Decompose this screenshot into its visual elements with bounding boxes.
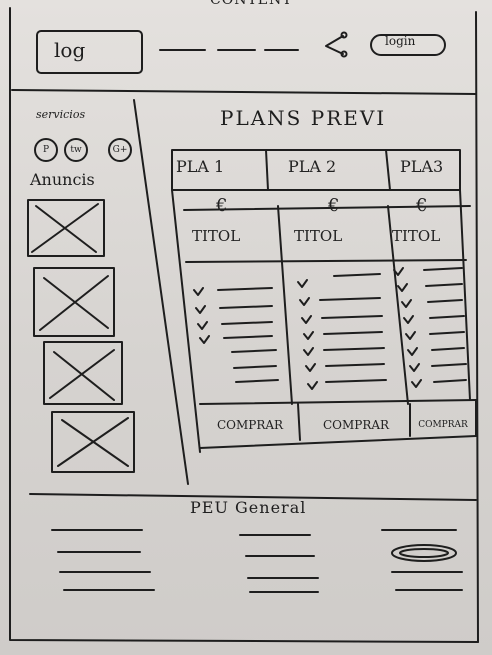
logo-label: log	[54, 38, 86, 62]
plan-1-name: PLA 1	[176, 157, 225, 176]
logo[interactable]	[36, 30, 143, 74]
gplus-icon[interactable]: G+	[108, 138, 132, 162]
buy-button-1[interactable]: COMPRAR	[202, 409, 298, 441]
login-label: login	[385, 34, 416, 48]
footer-col-2-lines	[239, 534, 319, 593]
top-scribble: CONTENT	[210, 0, 293, 8]
plan-2-name: PLA 2	[288, 157, 337, 176]
buy-button-3[interactable]: COMPRAR	[410, 409, 476, 441]
share-icon	[325, 31, 348, 58]
plans-title: PLANS PREVI	[220, 106, 387, 130]
footer-col-1-lines	[51, 529, 155, 591]
plan-3-price: €	[416, 195, 428, 216]
ad-image-3	[43, 341, 123, 405]
footer-title: PEU General	[190, 498, 307, 517]
plan-3-name: PLA3	[400, 157, 444, 176]
tw-icon[interactable]: tw	[64, 138, 88, 162]
footer-button-shape	[391, 544, 457, 562]
page-border-right	[475, 11, 479, 643]
plan-2-price: €	[328, 195, 340, 216]
ad-image-2	[33, 267, 115, 337]
services-title: servicios	[36, 108, 86, 121]
plan-1-title: TITOL	[192, 227, 241, 245]
header-divider	[11, 89, 477, 95]
plan-2-title: TITOL	[294, 227, 343, 245]
ad-image-4	[51, 411, 135, 473]
plan-3-title: TITOL	[392, 227, 441, 245]
ads-title: Anuncis	[30, 170, 95, 189]
buy-button-2[interactable]: COMPRAR	[302, 409, 410, 441]
plans-table: PLA 1 PLA 2 PLA3 € € € TITOL TITOL TITOL…	[170, 147, 468, 445]
plan-1-price: €	[216, 195, 228, 216]
ad-image-1	[27, 199, 105, 257]
p-icon[interactable]: P	[34, 138, 58, 162]
